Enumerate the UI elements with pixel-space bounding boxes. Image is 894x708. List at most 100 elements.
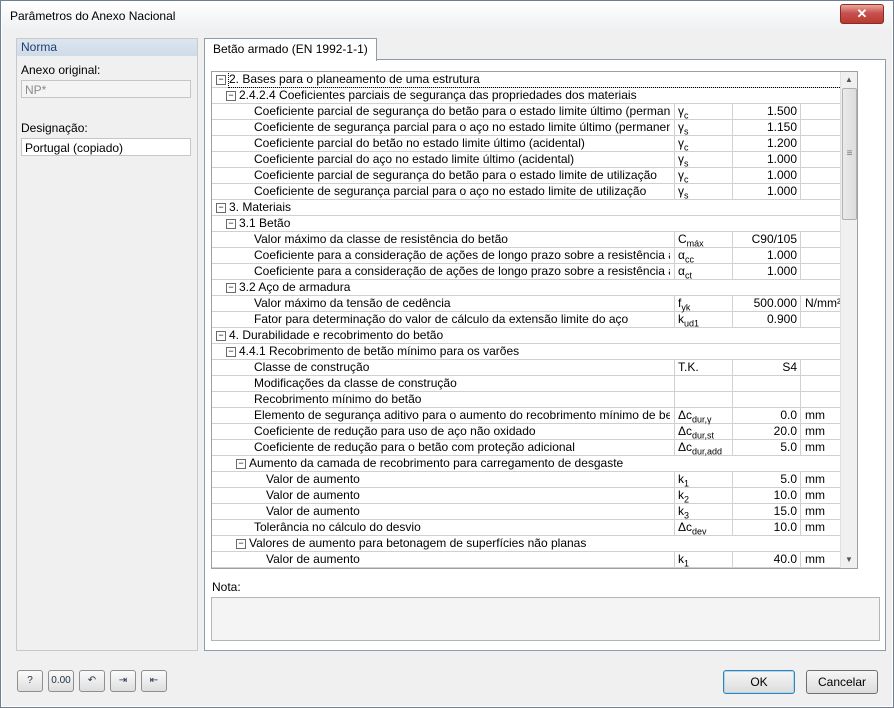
tree-param-row[interactable]: Coeficiente de redução para uso de aço n… xyxy=(212,424,857,440)
tree-group-row[interactable]: − Valores de aumento para betonagem de su… xyxy=(212,536,857,552)
symbol-subscript: s xyxy=(684,190,689,201)
value-cell[interactable] xyxy=(732,376,800,391)
value-cell[interactable]: 5.0 xyxy=(732,440,800,455)
close-button[interactable]: ✕ xyxy=(840,4,884,24)
collapse-toggle-icon[interactable]: − xyxy=(216,331,226,341)
value-cell[interactable]: 1.150 xyxy=(732,120,800,135)
tree-param-row[interactable]: Coeficiente parcial do aço no estado lim… xyxy=(212,152,857,168)
tree-group-row[interactable]: −4.4.1 Recobrimento de betão mínimo para… xyxy=(212,344,857,360)
tree-param-row[interactable]: Elemento de segurança aditivo para o aum… xyxy=(212,408,857,424)
scroll-up-arrow-icon[interactable]: ▲ xyxy=(841,72,857,88)
tree-param-row[interactable]: Coeficiente para a consideração de ações… xyxy=(212,264,857,280)
value-cell[interactable]: 1.000 xyxy=(732,168,800,183)
value-cell[interactable]: 1.000 xyxy=(732,152,800,167)
value-cell[interactable]: 1.500 xyxy=(732,104,800,119)
cancel-button[interactable]: Cancelar xyxy=(806,670,878,694)
tree-param-row[interactable]: Recobrimento mínimo do betão xyxy=(212,392,857,408)
value-cell[interactable]: S4 xyxy=(732,360,800,375)
row-label: Coeficiente para a consideração de ações… xyxy=(254,248,670,262)
tree-group-row[interactable]: −4. Durabilidade e recobrimento do betão xyxy=(212,328,857,344)
tree-param-row[interactable]: Coeficiente parcial de segurança do betã… xyxy=(212,168,857,184)
designacao-label: Designação: xyxy=(21,121,88,135)
value-cell[interactable]: 0.0 xyxy=(732,408,800,423)
tree-param-row[interactable]: Coeficiente de redução para o betão com … xyxy=(212,440,857,456)
symbol-subscript: s xyxy=(684,126,689,137)
symbol-cell: γc xyxy=(674,168,732,184)
symbol-subscript: 3 xyxy=(684,510,690,521)
symbol-subscript: dur,γ xyxy=(692,414,712,425)
value-cell[interactable]: 1.200 xyxy=(732,136,800,151)
symbol-subscript: máx xyxy=(686,238,704,249)
value-cell[interactable]: 500.000 xyxy=(732,296,800,311)
tree-param-row[interactable]: Coeficiente de segurança parcial para o … xyxy=(212,184,857,200)
collapse-toggle-icon[interactable]: − xyxy=(226,347,236,357)
value-cell[interactable]: 0.900 xyxy=(732,312,800,327)
reset-icon[interactable]: ↶ xyxy=(79,670,105,692)
tree-group-row[interactable]: −2. Bases para o planeamento de uma estr… xyxy=(212,72,857,88)
row-label: Coeficiente parcial de segurança do betã… xyxy=(254,168,657,182)
ok-button[interactable]: OK xyxy=(723,670,795,694)
tree-group-row[interactable]: − Aumento da camada de recobrimento para … xyxy=(212,456,857,472)
tree-param-row[interactable]: Modificações da classe de construção xyxy=(212,376,857,392)
row-label: Coeficiente de segurança parcial para o … xyxy=(254,184,647,198)
collapse-toggle-icon[interactable]: − xyxy=(226,219,236,229)
vertical-scrollbar[interactable]: ▲ ≡ ▼ xyxy=(840,72,857,568)
tab-betao-armado[interactable]: Betão armado (EN 1992-1-1) xyxy=(204,38,377,61)
value-cell[interactable] xyxy=(732,392,800,407)
row-label: Coeficiente para a consideração de ações… xyxy=(254,264,670,278)
tree-group-row[interactable]: −3. Materiais xyxy=(212,200,857,216)
value-cell[interactable]: C90/105 xyxy=(732,232,800,247)
tree-param-row[interactable]: Coeficiente de segurança parcial para o … xyxy=(212,120,857,136)
tree-param-row[interactable]: Coeficiente parcial de segurança do betã… xyxy=(212,104,857,120)
value-cell[interactable]: 1.000 xyxy=(732,264,800,279)
tree-param-row[interactable]: Coeficiente para a consideração de ações… xyxy=(212,248,857,264)
collapse-toggle-icon[interactable]: − xyxy=(216,203,226,213)
tree-group-row[interactable]: −2.4.2.4 Coeficientes parciais de segura… xyxy=(212,88,857,104)
import-icon[interactable]: ⇤ xyxy=(141,670,167,692)
tree-group-row[interactable]: −3.1 Betão xyxy=(212,216,857,232)
tree-param-row[interactable]: Classe de construção T.K. S4 xyxy=(212,360,857,376)
symbol-text: Δc xyxy=(678,440,693,454)
decimal-places-icon[interactable]: 0.00 xyxy=(48,670,74,692)
designacao-field[interactable]: Portugal (copiado) xyxy=(21,138,191,156)
tree-param-row[interactable]: Valor de aumento k1 5.0 mm xyxy=(212,472,857,488)
scroll-down-arrow-icon[interactable]: ▼ xyxy=(841,552,857,568)
symbol-text: T.K. xyxy=(678,360,699,374)
dialog-window: Parâmetros do Anexo Nacional ✕ Norma Ane… xyxy=(0,0,894,708)
collapse-toggle-icon[interactable]: − xyxy=(216,75,226,85)
tree-group-row[interactable]: −3.2 Aço de armadura xyxy=(212,280,857,296)
row-label: Classe de construção xyxy=(254,360,370,374)
tree-param-row[interactable]: Valor de aumento k2 10.0 mm xyxy=(212,488,857,504)
parameters-tree[interactable]: −2. Bases para o planeamento de uma estr… xyxy=(211,71,858,569)
row-label: 3.1 Betão xyxy=(239,216,291,230)
symbol-subscript: s xyxy=(684,158,689,169)
value-cell[interactable]: 10.0 xyxy=(732,520,800,535)
collapse-toggle-icon[interactable]: − xyxy=(236,539,246,549)
symbol-cell: γc xyxy=(674,136,732,152)
symbol-cell: Cmáx xyxy=(674,232,732,249)
value-cell[interactable]: 40.0 xyxy=(732,552,800,567)
tree-param-row[interactable]: Coeficiente parcial do betão no estado l… xyxy=(212,136,857,152)
tree-param-row[interactable]: Valor máximo da tensão de cedência fyk 500… xyxy=(212,296,857,312)
collapse-toggle-icon[interactable]: − xyxy=(236,459,246,469)
value-cell[interactable]: 15.0 xyxy=(732,504,800,519)
value-cell[interactable]: 1.000 xyxy=(732,248,800,263)
tree-param-row[interactable]: Tolerância no cálculo do desvio Δcdev 10.0… xyxy=(212,520,857,536)
value-cell[interactable]: 1.000 xyxy=(732,184,800,199)
collapse-toggle-icon[interactable]: − xyxy=(226,283,236,293)
symbol-text: Δc xyxy=(678,424,693,438)
tree-param-row[interactable]: Valor de aumento k3 15.0 mm xyxy=(212,504,857,520)
symbol-subscript: 1 xyxy=(684,558,690,569)
value-cell[interactable]: 20.0 xyxy=(732,424,800,439)
collapse-toggle-icon[interactable]: − xyxy=(226,91,236,101)
value-cell[interactable]: 10.0 xyxy=(732,488,800,503)
tree-param-row[interactable]: Fator para determinação do valor de cálc… xyxy=(212,312,857,328)
value-cell[interactable]: 5.0 xyxy=(732,472,800,487)
tree-param-row[interactable]: Valor máximo da classe de resistência do… xyxy=(212,232,857,248)
tree-param-row[interactable]: Valor de aumento k1 40.0 mm xyxy=(212,552,857,568)
row-label: Valor de aumento xyxy=(266,504,360,518)
scroll-thumb[interactable]: ≡ xyxy=(842,88,857,220)
export-icon[interactable]: ⇥ xyxy=(110,670,136,692)
help-icon[interactable]: ? xyxy=(17,670,43,692)
row-label: Aumento da camada de recobrimento para c… xyxy=(249,456,624,470)
